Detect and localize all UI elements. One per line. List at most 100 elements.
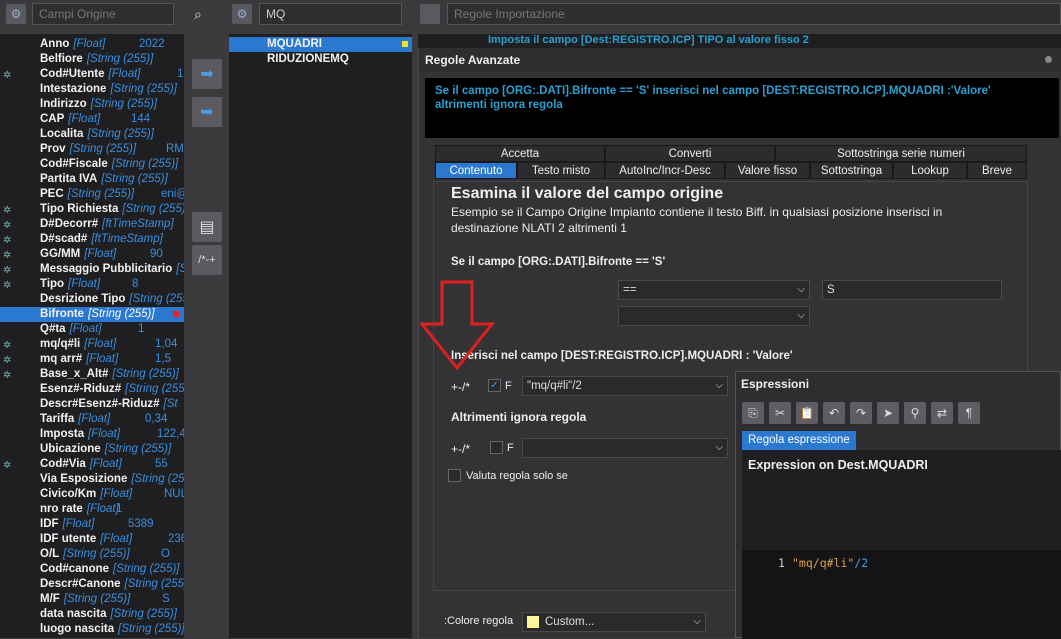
mapped-field-icon: ✲ [3, 220, 12, 231]
field-name-text: IDF [40, 518, 59, 530]
else-operator-label[interactable]: +-/* [451, 442, 470, 456]
tab-sottostringa-serie[interactable]: Sottostringa serie numeri [775, 145, 1027, 162]
tab-testo-misto[interactable]: Testo misto [517, 162, 605, 179]
source-search-input[interactable] [33, 7, 194, 21]
second-condition-select[interactable]: ⌵ [618, 306, 810, 326]
source-field-row[interactable]: Via Esposizione[String (255)] [0, 472, 184, 487]
map-arrow-icon[interactable]: ➡ [192, 59, 222, 89]
rules-options-icon[interactable] [420, 4, 440, 24]
source-field-row[interactable]: Intestazione [String (255)] [0, 82, 184, 97]
compare-value-input[interactable]: S [822, 280, 1002, 300]
source-field-row[interactable]: ✲ D#scad# [ftTimeStamp] [0, 232, 184, 247]
find-icon[interactable]: ⚲ [904, 402, 926, 424]
tab-sottostringa[interactable]: Sottostringa [810, 162, 893, 179]
tab-lookup[interactable]: Lookup [893, 162, 967, 179]
tab-contenuto[interactable]: Contenuto [435, 162, 517, 179]
source-field-row[interactable]: luogo nascita [String (255)] [0, 622, 184, 637]
source-field-row[interactable]: ✲ mq arr# [Float] 1,5 [0, 352, 184, 367]
source-options-icon[interactable]: ⚙ [6, 4, 26, 24]
map-link-icon[interactable]: ➥ [192, 97, 222, 127]
source-field-row[interactable]: Anno [Float] 2022 [0, 37, 184, 52]
source-field-row[interactable]: Descr#Canone[String (255)] [0, 577, 184, 592]
source-field-row[interactable]: Cod#canone [String (255)] [0, 562, 184, 577]
field-type: [Float] [100, 533, 133, 545]
source-field-row[interactable]: Cod#Fiscale [String (255)] [0, 157, 184, 172]
source-field-row[interactable]: Esenz#-Riduz#[String (255)] [0, 382, 184, 397]
source-field-row[interactable]: Prov [String (255)] RM [0, 142, 184, 157]
source-field-row[interactable]: Descr#Esenz#-Riduz# [St [0, 397, 184, 412]
field-name: Desrizione Tipo[String (255)] [40, 292, 184, 307]
expression-code[interactable]: 1 "mq/q#li"/2 [742, 550, 1061, 639]
source-field-row[interactable]: ✲ Tipo [Float] 8 [0, 277, 184, 292]
field-name-text: Via Esposizione [40, 473, 128, 485]
field-name-text: D#scad# [40, 233, 88, 245]
source-field-row[interactable]: Partita IVA [String (255)] [0, 172, 184, 187]
color-select[interactable]: Custom... ⌵ [522, 612, 706, 632]
tab-autoinc[interactable]: AutoInc/Incr-Desc [605, 162, 725, 179]
source-field-row[interactable]: Indirizzo [String (255)] [0, 97, 184, 112]
tab-regola-espressione[interactable]: Regola espressione [742, 431, 856, 450]
else-f-checkbox[interactable] [490, 441, 503, 454]
source-field-row[interactable]: IDF utente [Float] 236 [0, 532, 184, 547]
tab-accetta[interactable]: Accetta [435, 145, 605, 162]
dest-field-row[interactable]: RIDUZIONEMQ [229, 52, 412, 67]
replace-icon[interactable]: ⇄ [931, 402, 953, 424]
field-name: Esenz#-Riduz#[String (255)] [40, 382, 184, 397]
f-checkbox[interactable]: ✓ [488, 379, 501, 392]
source-field-row[interactable]: Imposta [Float] 122,4 [0, 427, 184, 442]
copy-icon[interactable]: ⎘ [742, 402, 764, 424]
expression-select[interactable]: "mq/q#li"/2 ⌵ [522, 376, 728, 396]
dest-field-row[interactable]: MQUADRI [229, 37, 412, 52]
source-field-row[interactable]: ✲ GG/MM [Float] 90 [0, 247, 184, 262]
source-field-row[interactable]: ✲ D#Decorr# [ftTimeStamp] [0, 217, 184, 232]
pilcrow-icon[interactable]: ¶ [958, 402, 980, 424]
else-expression-select[interactable]: ⌵ [522, 438, 728, 458]
source-field-row[interactable]: data nascita [String (255)] [0, 607, 184, 622]
undo-icon[interactable]: ↶ [823, 402, 845, 424]
source-field-row[interactable]: PEC[String (255)] eni@ [0, 187, 184, 202]
source-field-row[interactable]: ✲ Tipo Richiesta [String (255)] [0, 202, 184, 217]
source-field-row[interactable]: Ubicazione [String (255)] [0, 442, 184, 457]
field-type: [ftTimeStamp] [102, 218, 174, 230]
formula-button[interactable]: /*-+ [192, 245, 222, 275]
cut-icon[interactable]: ✂ [769, 402, 791, 424]
source-field-row[interactable]: O/L [String (255)] O [0, 547, 184, 562]
dest-options-icon[interactable]: ⚙ [232, 4, 252, 24]
rule-list-row[interactable]: Imposta il campo [Dest:REGISTRO.ICP] TIP… [418, 34, 1061, 48]
valuta-checkbox[interactable] [448, 469, 461, 482]
select-icon[interactable]: ➤ [877, 402, 899, 424]
source-field-row[interactable]: ✲ Base_x_Alt# [String (255)] [0, 367, 184, 382]
source-field-row[interactable]: ✲ mq/q#li [Float] 1,04 [0, 337, 184, 352]
operator-select[interactable]: == ⌵ [618, 280, 810, 300]
source-field-row[interactable]: ✲ Cod#Utente [Float] 1 [0, 67, 184, 82]
source-field-row[interactable]: CAP [Float] 144 [0, 112, 184, 127]
rules-search-input[interactable] [448, 7, 1060, 21]
source-field-row[interactable]: Desrizione Tipo[String (255)] [0, 292, 184, 307]
field-name-text: Desrizione Tipo [40, 293, 126, 305]
source-field-row[interactable]: Bifronte [String (255)] [0, 307, 184, 322]
field-name: Imposta [Float] [40, 427, 120, 442]
source-search: ⌕ [32, 3, 202, 25]
source-field-row[interactable]: M/F [String (255)] S [0, 592, 184, 607]
field-name-text: Bifronte [40, 308, 85, 320]
source-field-row[interactable]: nro rate [Float] 1 [0, 502, 184, 517]
tab-converti[interactable]: Converti [605, 145, 775, 162]
source-field-row[interactable]: Belfiore [String (255)] [0, 52, 184, 67]
source-field-row[interactable]: Tariffa [Float] 0,34 [0, 412, 184, 427]
tab-breve[interactable]: Breve [967, 162, 1027, 179]
source-field-row[interactable]: IDF [Float] 5389 [0, 517, 184, 532]
dest-search-input[interactable] [260, 7, 421, 21]
paste-icon[interactable]: 📋 [796, 402, 818, 424]
clipboard-icon[interactable]: ▤ [192, 212, 222, 242]
source-field-row[interactable]: Q#ta [Float] 1 [0, 322, 184, 337]
source-field-row[interactable]: ✲ Messaggio Pubblicitario[S [0, 262, 184, 277]
source-field-row[interactable]: Localita [String (255)] [0, 127, 184, 142]
source-field-row[interactable]: ✲ Cod#Via [Float] 55 [0, 457, 184, 472]
redo-icon[interactable]: ↷ [850, 402, 872, 424]
search-icon[interactable]: ⌕ [194, 6, 202, 23]
operator-buttons-label[interactable]: +-/* [451, 380, 470, 394]
source-field-row[interactable]: Civico/Km [Float] NUL [0, 487, 184, 502]
field-name: data nascita [String (255)] [40, 607, 177, 622]
tab-valore-fisso[interactable]: Valore fisso [725, 162, 810, 179]
panel-close-icon[interactable] [1045, 56, 1052, 63]
